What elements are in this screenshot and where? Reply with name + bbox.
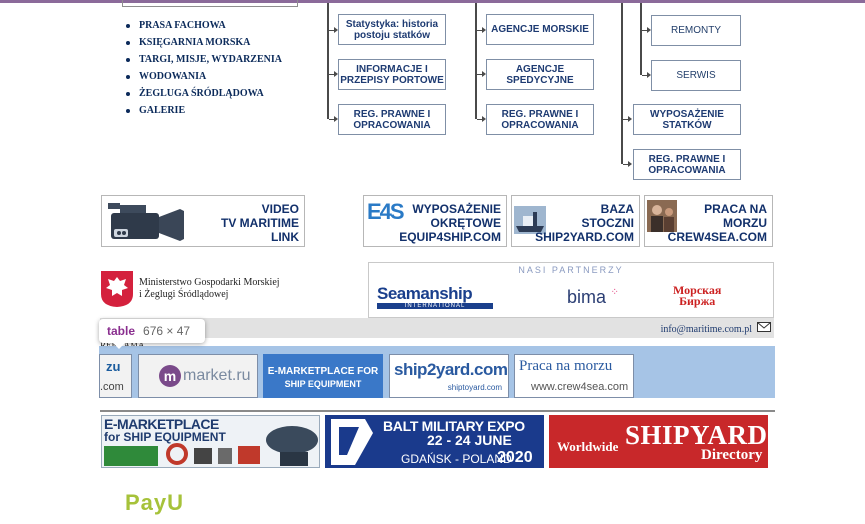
bima-dots-icon: ⁘	[610, 287, 619, 298]
tooltip-tag: table	[107, 324, 136, 338]
ad-crew-partial[interactable]: zu .com	[99, 354, 132, 398]
tree-link-reg-prawne-2[interactable]: REG. PRAWNE I OPRACOWANIA	[486, 104, 594, 135]
inspector-tooltip: table 676 × 47	[99, 319, 205, 349]
tree-link-remonty[interactable]: REMONTY	[651, 15, 741, 46]
mmarket-text: market.ru	[183, 367, 251, 384]
ship2yard-label-3: SHIP2YARD.COM	[535, 230, 634, 244]
seamanship-subtext: INTERNATIONAL	[377, 303, 493, 309]
crew-panel[interactable]: PRACA NA MORZU CREW4SEA.COM	[644, 195, 773, 247]
e4s-logo: E4S	[367, 199, 405, 224]
crew-label-2: MORZU	[723, 216, 767, 230]
tree-line	[475, 3, 477, 119]
equip-panel[interactable]: E4S WYPOSAŻENIE OKRĘTOWE EQUIP4SHIP.COM	[363, 195, 507, 247]
ad-emarket-line-1: E-MARKETPLACE FOR	[267, 366, 379, 377]
tree-link-informacje[interactable]: INFORMACJE I PRZEPISY PORTOWE	[338, 59, 446, 90]
expo-emblem-icon	[331, 419, 373, 465]
tree-link-wyposazenie-statkow[interactable]: WYPOSAŻENIE STATKÓW	[633, 104, 741, 135]
equip-label-1: WYPOSAŻENIE	[412, 202, 501, 216]
equip-label-3: EQUIP4SHIP.COM	[399, 230, 501, 244]
ad-ship2yard-sub: shiptoyard.com	[447, 383, 502, 392]
seamanship-text: Seamanship	[377, 284, 473, 303]
ad-strip: zu .com m market.ru E-MARKETPLACE FOR SH…	[99, 346, 775, 398]
tree-link-reg-prawne-1[interactable]: REG. PRAWNE I OPRACOWANIA	[338, 104, 446, 135]
banner-shipyards-directory[interactable]: Worldwide SHIPYARDS Directory	[549, 415, 768, 468]
ad-crew-text: www.crew4sea.com	[531, 381, 629, 393]
polish-eagle-icon	[101, 271, 133, 307]
menu-item-galerie[interactable]: GALERIE	[124, 104, 282, 121]
birzha-line-2: Биржа	[679, 294, 716, 308]
video-panel[interactable]: VIDEO TV MARITIME LINK	[101, 195, 305, 247]
left-menu: PRASA FACHOWA KSIĘGARNIA MORSKA TARGI, M…	[124, 19, 282, 121]
ministry-line-1: Ministerstwo Gospodarki Morskiej	[139, 277, 280, 288]
tree-link-statystyka[interactable]: Statystyka: historia postoju statków	[338, 14, 446, 45]
tree-link-serwis[interactable]: SERWIS	[651, 60, 741, 91]
ship-equipment-graphic	[104, 426, 318, 466]
ministry-logo-link[interactable]: Ministerstwo Gospodarki Morskiej i Żeglu…	[100, 270, 300, 310]
banner-balt-military-expo[interactable]: BALT MILITARY EXPO 22 - 24 JUNE GDAŃSK -…	[325, 415, 544, 468]
ship-directory: Directory	[701, 447, 763, 463]
partners-title: NASI PARTNERZY	[518, 265, 624, 275]
ad-praca-text: Praca na morzu	[519, 358, 613, 374]
ad-emarket-line-2: SHIP EQUIPMENT	[284, 379, 362, 389]
bima-text: bima	[567, 287, 607, 307]
video-link-label: LINK	[271, 230, 299, 244]
video-tv-label: TV MARITIME	[221, 216, 299, 230]
ad-ship2yard[interactable]: ship2yard.com shiptoyard.com	[389, 354, 509, 398]
menu-item-ksiegarnia[interactable]: KSIĘGARNIA MORSKA	[124, 36, 282, 53]
ad-crew-partial-sub: .com	[100, 381, 124, 393]
banner-emarketplace[interactable]: E-MARKETPLACE for SHIP EQUIPMENT	[101, 415, 320, 468]
ad-ship2yard-text: ship2yard.com	[394, 360, 508, 379]
ship2yard-label-1: BAZA	[600, 202, 634, 216]
ad-crew-partial-text: zu	[106, 359, 121, 374]
menu-item-zegluga[interactable]: ŻEGLUGA ŚRÓDLĄDOWA	[124, 87, 282, 104]
ad-mmarket[interactable]: m market.ru	[138, 354, 258, 398]
payu-logo[interactable]: PayU	[125, 490, 184, 516]
menu-item-wodowania[interactable]: WODOWANIA	[124, 70, 282, 87]
ministry-line-2: i Żeglugi Śródlądowej	[139, 289, 229, 300]
morskaya-birzha-logo[interactable]: Морская Биржа	[673, 284, 721, 308]
tree-link-agencje-spedycyjne[interactable]: AGENCJE SPEDYCYJNE	[486, 59, 594, 90]
crew-label-3: CREW4SEA.COM	[667, 230, 767, 244]
ship2yard-label-2: STOCZNI	[581, 216, 634, 230]
tree-link-reg-prawne-3[interactable]: REG. PRAWNE I OPRACOWANIA	[633, 149, 741, 180]
tooltip-size: 676 × 47	[143, 324, 191, 338]
ad-praca-na-morzu[interactable]: Praca na morzu www.crew4sea.com	[514, 354, 634, 398]
balt-dates: 22 - 24 JUNE	[427, 432, 512, 448]
partners-box: NASI PARTNERZY Seamanship INTERNATIONAL …	[368, 262, 774, 318]
ad-emarketplace[interactable]: E-MARKETPLACE FOR SHIP EQUIPMENT	[263, 354, 383, 398]
arrow-icon	[628, 116, 632, 122]
menu-item-prasa[interactable]: PRASA FACHOWA	[124, 19, 282, 36]
bima-logo[interactable]: bima ⁘	[567, 287, 619, 308]
payu-text: PayU	[125, 490, 185, 515]
ship2yard-panel[interactable]: BAZA STOCZNI SHIP2YARD.COM	[511, 195, 640, 247]
seamanship-logo[interactable]: Seamanship INTERNATIONAL	[377, 284, 497, 309]
video-camera-icon	[108, 203, 184, 241]
email-link[interactable]: info@maritime.com.pl	[661, 324, 752, 335]
tree-line	[621, 3, 623, 164]
balt-city: GDAŃSK - POLAND	[401, 452, 512, 466]
tree-line	[640, 3, 642, 75]
tree-link-agencje-morskie[interactable]: AGENCJE MORSKIE	[486, 14, 594, 45]
divider	[100, 410, 775, 412]
equip-label-2: OKRĘTOWE	[430, 216, 501, 230]
crew-label-1: PRACA NA	[704, 202, 767, 216]
envelope-icon[interactable]	[757, 322, 771, 332]
ship-worldwide: Worldwide	[557, 439, 619, 454]
search-box[interactable]	[122, 0, 298, 7]
mmarket-m-icon: m	[159, 365, 181, 387]
tree-line	[327, 3, 329, 119]
menu-item-targi[interactable]: TARGI, MISJE, WYDARZENIA	[124, 53, 282, 70]
arrow-icon	[628, 161, 632, 167]
balt-year: 2020	[497, 449, 533, 466]
video-label: VIDEO	[261, 202, 299, 216]
